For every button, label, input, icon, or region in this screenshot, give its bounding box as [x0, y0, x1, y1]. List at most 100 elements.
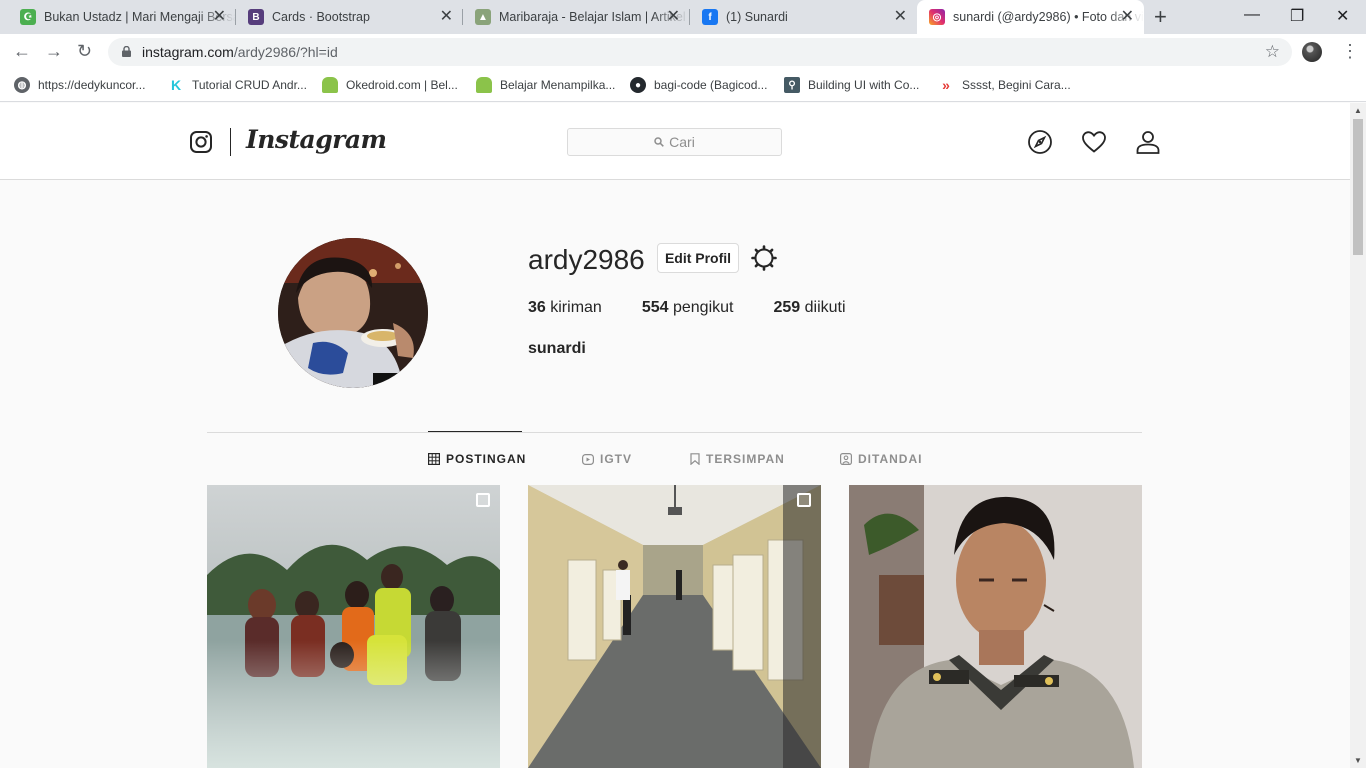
browser-tab-active[interactable]: ◎ sunardi (@ardy2986) • Foto dan video ✕ — [917, 0, 1144, 34]
bookmark-label: Tutorial CRUD Andr... — [192, 78, 307, 92]
posts-count: 36 kiriman — [528, 299, 602, 317]
igtv-icon — [582, 454, 594, 465]
browser-toolbar: ← → ↻ instagram.com/ardy2986/?hl=id ☆ ⋮ — [0, 34, 1366, 70]
browser-tab[interactable]: f (1) Sunardi ✕ — [690, 0, 917, 34]
person-icon: ⚲ — [784, 77, 800, 93]
following-label: diikuti — [804, 299, 846, 316]
bookmark-label: Sssst, Begini Cara... — [962, 78, 1071, 92]
tab-title: Bukan Ustadz | Mari Mengaji Bersama — [44, 10, 236, 24]
grid-icon — [428, 453, 440, 465]
restore-icon[interactable]: ❐ — [1290, 6, 1304, 26]
back-icon[interactable]: ← — [13, 42, 31, 60]
settings-gear-icon[interactable] — [751, 245, 777, 271]
bookmark-label: Belajar Menampilka... — [500, 78, 616, 92]
facebook-icon: f — [702, 9, 718, 25]
instagram-page: Instagram Cari ardy2986 Edit Profil 36 k… — [0, 103, 1350, 768]
posts-number: 36 — [528, 299, 546, 316]
close-icon[interactable]: ✕ — [894, 9, 907, 25]
close-icon[interactable]: ✕ — [440, 9, 453, 25]
tab-label: IGTV — [600, 452, 633, 466]
close-icon[interactable]: ✕ — [1121, 9, 1134, 25]
bookmark-item[interactable]: K Tutorial CRUD Andr... — [168, 77, 307, 93]
following-count[interactable]: 259 diikuti — [773, 299, 845, 317]
browser-tab[interactable]: ▲ Maribaraja - Belajar Islam | Artikel ✕ — [463, 0, 690, 34]
tab-saved[interactable]: TERSIMPAN — [690, 452, 785, 466]
instagram-logo-icon[interactable] — [190, 131, 212, 153]
bookmark-item[interactable]: ● bagi-code (Bagicod... — [630, 77, 767, 93]
tab-title: Cards · Bootstrap — [272, 10, 370, 24]
bookmarks-bar: ◍ https://dedykuncor... K Tutorial CRUD An… — [0, 70, 1366, 102]
post-photo-portrait — [849, 485, 1142, 768]
url-path: /ardy2986/?hl=id — [233, 44, 338, 60]
k-icon: K — [170, 77, 182, 93]
bookmark-item[interactable]: ◍ https://dedykuncor... — [14, 77, 145, 93]
tab-tagged[interactable]: DITANDAI — [840, 452, 922, 466]
explore-compass-icon[interactable] — [1027, 129, 1053, 155]
carousel-indicator-icon — [476, 493, 490, 507]
scroll-up-icon[interactable]: ▲ — [1354, 106, 1362, 115]
tab-igtv[interactable]: IGTV — [582, 452, 632, 466]
following-number: 259 — [773, 299, 801, 316]
browser-tab[interactable]: B Cards · Bootstrap ✕ — [236, 0, 463, 34]
menu-dots-icon[interactable]: ⋮ — [1341, 42, 1359, 60]
minimize-icon[interactable]: — — [1244, 6, 1260, 24]
bookmark-label: bagi-code (Bagicod... — [654, 78, 768, 92]
window-close-icon[interactable]: ✕ — [1336, 6, 1349, 26]
followers-label: pengikut — [672, 299, 734, 316]
tab-posts[interactable]: POSTINGAN — [428, 452, 526, 466]
bookmark-item[interactable]: Okedroid.com | Bel... — [322, 77, 458, 93]
url-domain: instagram.com — [142, 44, 234, 60]
heart-icon[interactable] — [1081, 129, 1107, 155]
posts-label: kiriman — [550, 299, 602, 316]
bookmark-item[interactable]: » Sssst, Begini Cara... — [938, 77, 1071, 93]
post-photo-hallway — [528, 485, 821, 768]
mosque-icon: ▲ — [475, 9, 491, 25]
scroll-down-icon[interactable]: ▼ — [1354, 756, 1362, 765]
reload-icon[interactable]: ↻ — [77, 42, 92, 60]
edit-profile-button[interactable]: Edit Profil — [657, 243, 739, 273]
post-thumbnail[interactable] — [849, 485, 1142, 768]
followers-number: 554 — [641, 299, 669, 316]
android-icon — [476, 77, 492, 93]
carousel-indicator-icon — [797, 493, 811, 507]
bookmark-item[interactable]: Belajar Menampilka... — [476, 77, 615, 93]
profile-avatar-icon[interactable] — [1302, 42, 1322, 62]
bookmark-item[interactable]: ⚲ Building UI with Co... — [784, 77, 919, 93]
profile-photo — [278, 238, 428, 388]
profile-username: ardy2986 — [528, 244, 645, 275]
post-thumbnail[interactable] — [207, 485, 500, 768]
quran-icon: ☪ — [20, 9, 36, 25]
bookmark-label: https://dedykuncor... — [38, 78, 146, 92]
profile-full-name: sunardi — [528, 340, 586, 357]
profile-stats: 36 kiriman 554 pengikut 259 diikuti — [528, 299, 886, 317]
bookmark-icon — [690, 453, 700, 465]
search-icon — [654, 137, 664, 147]
bookmark-star-icon[interactable]: ☆ — [1265, 42, 1280, 62]
close-icon[interactable]: ✕ — [213, 9, 226, 25]
tab-label: DITANDAI — [858, 452, 923, 466]
tab-title: Maribaraja - Belajar Islam | Artikel — [499, 10, 686, 24]
new-tab-button[interactable]: + — [1154, 6, 1167, 28]
profile-icon[interactable] — [1135, 129, 1161, 155]
instagram-wordmark[interactable]: Instagram — [246, 125, 387, 154]
scroll-thumb[interactable] — [1353, 119, 1363, 255]
bookmark-label: Building UI with Co... — [808, 78, 920, 92]
tab-title: (1) Sunardi — [726, 10, 788, 24]
active-tab-indicator — [428, 431, 522, 432]
instagram-icon: ◎ — [929, 9, 945, 25]
close-icon[interactable]: ✕ — [667, 9, 680, 25]
tab-label: POSTINGAN — [446, 452, 527, 466]
browser-tab[interactable]: ☪ Bukan Ustadz | Mari Mengaji Bersama ✕ — [0, 0, 236, 34]
tagged-icon — [840, 453, 852, 465]
globe-icon: ◍ — [14, 77, 30, 93]
profile-avatar[interactable] — [278, 238, 428, 388]
page-scrollbar[interactable]: ▲ ▼ — [1350, 103, 1366, 768]
post-thumbnail[interactable] — [528, 485, 821, 768]
followers-count[interactable]: 554 pengikut — [642, 299, 734, 317]
bookmark-label: Okedroid.com | Bel... — [346, 78, 458, 92]
search-input[interactable]: Cari — [567, 128, 782, 156]
forward-icon[interactable]: → — [45, 42, 63, 60]
tab-title: sunardi (@ardy2986) • Foto dan video — [953, 10, 1144, 24]
address-bar[interactable]: instagram.com/ardy2986/?hl=id ☆ — [108, 38, 1292, 66]
lock-icon — [122, 46, 131, 57]
